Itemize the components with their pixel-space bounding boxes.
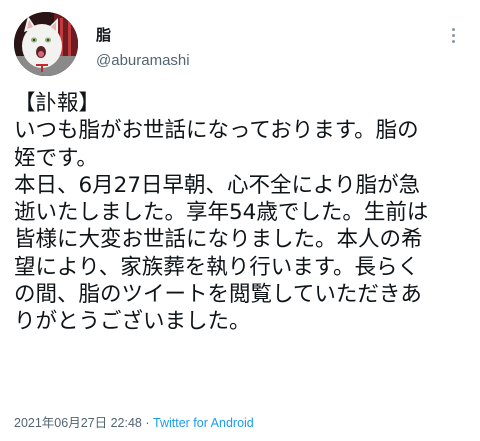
tweet-line: 本日、6月27日早朝、心不全により脂が急 (14, 172, 421, 198)
tweet-line: 逝いたしました。享年54歳でした。生前は (14, 200, 429, 226)
display-name[interactable]: 脂 (96, 26, 111, 44)
tweet-timestamp[interactable]: 2021年06月27日 22:48 (14, 416, 142, 430)
tweet-meta: 2021年06月27日 22:48 · Twitter for Android (14, 414, 254, 432)
tweet-text: 【訃報】 いつも脂がお世話になっております。脂の 姪です。 本日、6月27日早朝… (14, 90, 476, 336)
tweet-card: 脂 @aburamashi 【訃報】 いつも脂がお世話になっております。脂の 姪… (0, 0, 480, 441)
meta-separator: · (145, 416, 150, 430)
more-vertical-icon[interactable] (448, 28, 458, 48)
tweet-header: 脂 @aburamashi (14, 12, 466, 78)
tweet-line: りがとうございました。 (14, 309, 251, 335)
tweet-line: 【訃報】 (14, 91, 101, 116)
tweet-line: いつも脂がお世話になっております。脂の (14, 118, 419, 144)
tweet-line: の間、脂のツイートを閲覧していただきあ (14, 282, 422, 308)
tweet-source-link[interactable]: Twitter for Android (153, 416, 254, 430)
tweet-line: 姪です。 (14, 145, 98, 171)
tweet-line: 皆様に大変お世話になりました。本人の希 (14, 227, 423, 253)
tweet-line: 望により、家族葬を執り行います。長らく (14, 254, 420, 280)
white-cat-avatar-image (14, 12, 78, 76)
avatar[interactable] (14, 12, 78, 76)
user-handle[interactable]: @aburamashi (96, 52, 190, 70)
